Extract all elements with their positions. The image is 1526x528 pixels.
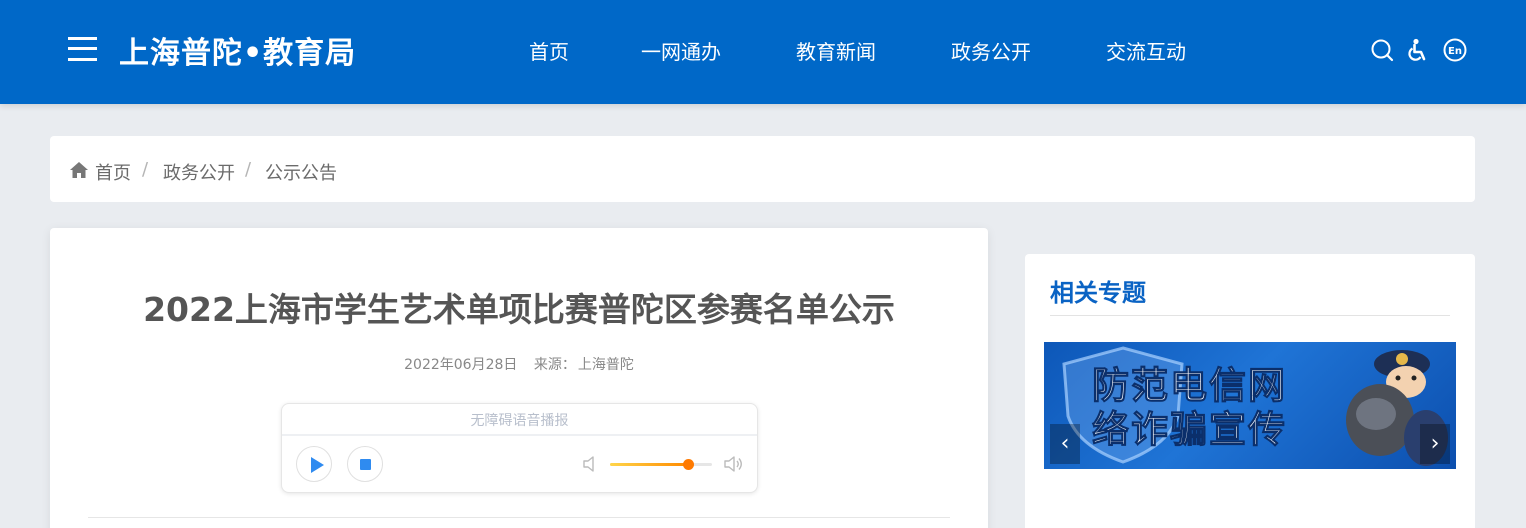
nav-item-interaction[interactable]: 交流互动 xyxy=(1106,36,1186,65)
site-title[interactable]: 上海普陀•教育局 xyxy=(119,28,356,72)
nav-item-news[interactable]: 教育新闻 xyxy=(796,36,876,65)
breadcrumb-announcements[interactable]: 公示公告 xyxy=(265,159,337,185)
volume-slider-handle[interactable] xyxy=(682,459,694,470)
article-source: 上海普陀 xyxy=(577,357,634,373)
volume-slider[interactable] xyxy=(610,459,712,470)
play-button[interactable] xyxy=(296,446,332,482)
related-topics-panel: 相关专题 防范电信网 络诈骗宣传 ‹ › xyxy=(1025,254,1475,528)
stop-button[interactable] xyxy=(347,446,383,482)
english-label: En xyxy=(1448,46,1462,57)
nav-item-services[interactable]: 一网通办 xyxy=(641,36,721,65)
article-divider xyxy=(88,517,950,518)
nav-item-gov-info[interactable]: 政务公开 xyxy=(951,36,1031,65)
banner-next-button[interactable]: › xyxy=(1420,424,1450,464)
search-icon[interactable] xyxy=(1370,38,1394,62)
english-icon[interactable]: En xyxy=(1443,38,1467,62)
banner-prev-button[interactable]: ‹ xyxy=(1050,424,1080,464)
stop-icon xyxy=(360,459,371,470)
breadcrumb-separator: / xyxy=(142,159,149,180)
hamburger-menu-icon[interactable] xyxy=(68,35,97,63)
breadcrumb-home[interactable]: 首页 xyxy=(95,159,131,185)
player-label: 无障碍语音播报 xyxy=(470,413,569,429)
article-date: 2022年06月28日 xyxy=(404,357,518,373)
breadcrumb-gov-info[interactable]: 政务公开 xyxy=(163,159,235,185)
breadcrumb-separator: / xyxy=(245,159,252,180)
site-header: 上海普陀•教育局 首页 一网通办 教育新闻 政务公开 交流互动 En xyxy=(0,0,1526,104)
banner-line-2: 络诈骗宣传 xyxy=(1092,408,1287,452)
article-card: 2022上海市学生艺术单项比赛普陀区参赛名单公示 2022年06月28日 来源：… xyxy=(50,228,988,528)
home-icon[interactable] xyxy=(70,162,88,178)
related-topics-divider xyxy=(1050,315,1450,316)
banner-line-1: 防范电信网 xyxy=(1092,364,1287,408)
play-icon xyxy=(311,457,324,473)
volume-high-icon[interactable] xyxy=(722,453,744,475)
accessibility-icon[interactable] xyxy=(1406,38,1430,62)
banner-text: 防范电信网 络诈骗宣传 xyxy=(1092,364,1287,452)
related-topics-title: 相关专题 xyxy=(1050,279,1146,307)
player-progress-track[interactable] xyxy=(282,434,757,436)
article-meta: 2022年06月28日 来源： 上海普陀 xyxy=(50,354,988,374)
audio-player: 无障碍语音播报 xyxy=(281,403,758,493)
article-source-label: 来源： xyxy=(533,357,576,373)
volume-slider-fill xyxy=(610,463,688,466)
topic-banner[interactable]: 防范电信网 络诈骗宣传 ‹ › xyxy=(1044,342,1456,469)
breadcrumb: 首页 / 政务公开 / 公示公告 xyxy=(50,136,1475,202)
article-title: 2022上海市学生艺术单项比赛普陀区参赛名单公示 xyxy=(143,290,895,329)
nav-item-home[interactable]: 首页 xyxy=(529,36,569,65)
volume-low-icon[interactable] xyxy=(580,453,602,475)
